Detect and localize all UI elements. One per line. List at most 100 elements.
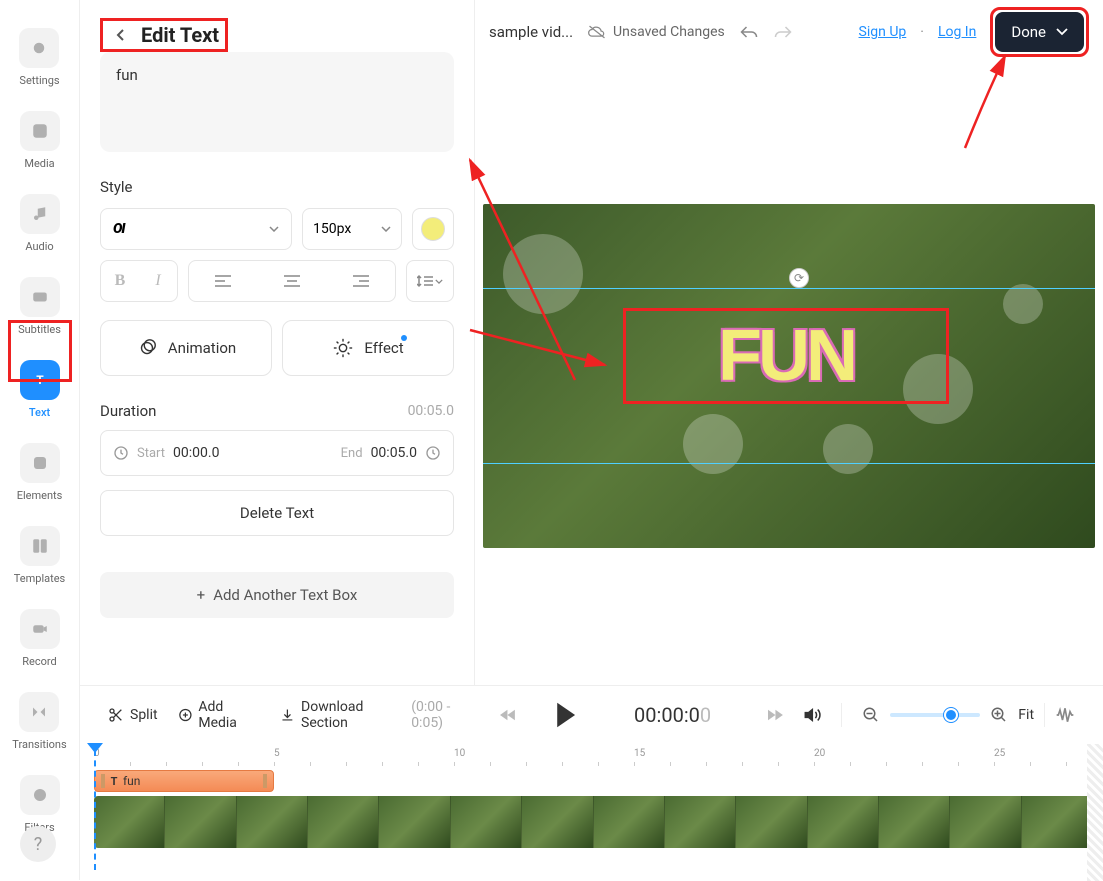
play-button[interactable]: [555, 702, 577, 728]
back-button[interactable]: [109, 23, 133, 47]
sidebar-item-label: Settings: [19, 74, 59, 87]
end-value: 00:05.0: [371, 445, 417, 461]
sidebar-item-settings[interactable]: Settings: [19, 28, 59, 87]
sidebar-item-label: Record: [22, 655, 56, 668]
redo-button[interactable]: [773, 25, 793, 39]
bold-button[interactable]: B: [101, 261, 139, 301]
rotate-handle[interactable]: ⟳: [789, 268, 809, 288]
chevron-down-icon: [269, 226, 279, 232]
clip-handle-right[interactable]: [263, 774, 267, 788]
sidebar-item-label: Subtitles: [18, 323, 61, 336]
camera-icon: [20, 609, 60, 649]
clock-icon: [113, 445, 129, 461]
sidebar-item-subtitles[interactable]: Subtitles: [18, 277, 61, 336]
timecode-display: 00:00:00: [634, 703, 711, 727]
fit-button[interactable]: Fit: [1018, 707, 1034, 723]
timeline-ruler[interactable]: 0 5 10 15 20 25: [94, 744, 1103, 768]
text-align-group: [188, 260, 396, 302]
svg-text:T: T: [36, 373, 44, 387]
signup-link[interactable]: Sign Up: [859, 24, 907, 40]
sidebar-item-label: Audio: [25, 240, 53, 253]
italic-button[interactable]: I: [139, 261, 177, 301]
sidebar-item-label: Text: [29, 406, 50, 419]
svg-text:T: T: [111, 775, 118, 787]
waveform-button[interactable]: [1055, 707, 1075, 723]
separator: ·: [920, 24, 924, 40]
login-link[interactable]: Log In: [938, 24, 976, 40]
left-sidebar: Settings Media Audio Subtitles T Text El…: [0, 0, 80, 880]
sidebar-item-templates[interactable]: Templates: [14, 526, 65, 585]
annotation-arrow: [955, 48, 1015, 158]
playhead[interactable]: [94, 744, 96, 881]
duration-input[interactable]: Start 00:00.0 End 00:05.0: [100, 430, 454, 476]
edit-text-panel: Edit Text Style OI 150px B I: [80, 0, 475, 685]
text-content-input[interactable]: [100, 52, 454, 152]
add-media-label: Add Media: [198, 699, 260, 731]
delete-text-button[interactable]: Delete Text: [100, 490, 454, 536]
templates-icon: [20, 526, 60, 566]
zoom-out-button[interactable]: [862, 706, 880, 724]
video-canvas[interactable]: ⟳ FUN: [483, 204, 1095, 548]
chevron-down-icon: [435, 279, 443, 284]
font-size-select[interactable]: 150px: [302, 208, 402, 250]
animation-button[interactable]: Animation: [100, 320, 272, 376]
ruler-mark: 25: [994, 748, 1005, 759]
text-overlay[interactable]: FUN: [623, 308, 949, 404]
font-family-select[interactable]: OI: [100, 208, 292, 250]
video-track[interactable]: [94, 796, 1093, 848]
download-section-button[interactable]: Download Section(0:00 - 0:05): [280, 699, 480, 731]
clip-handle-left[interactable]: [101, 774, 105, 788]
sidebar-item-record[interactable]: Record: [20, 609, 60, 668]
done-label: Done: [1011, 23, 1046, 41]
split-button[interactable]: Split: [108, 707, 158, 723]
sidebar-item-audio[interactable]: Audio: [20, 194, 60, 253]
preview-area: sample vid... Unsaved Changes Sign Up · …: [475, 0, 1103, 685]
plus-icon: [20, 111, 60, 151]
project-name[interactable]: sample vid...: [489, 23, 573, 41]
timeline-area: Split Add Media Download Section(0:00 - …: [80, 685, 1103, 880]
sidebar-item-transitions[interactable]: Transitions: [12, 692, 66, 751]
ruler-mark: 5: [274, 748, 280, 759]
align-center-button[interactable]: [258, 261, 327, 301]
done-button[interactable]: Done: [995, 12, 1084, 52]
add-media-button[interactable]: Add Media: [178, 699, 261, 731]
effect-button[interactable]: Effect: [282, 320, 454, 376]
line-height-button[interactable]: [406, 260, 454, 302]
help-icon[interactable]: ?: [20, 826, 56, 862]
timeline[interactable]: 0 5 10 15 20 25 T fun: [80, 744, 1103, 881]
scissors-icon: [108, 707, 124, 723]
end-label: End: [341, 446, 363, 461]
effect-active-badge: [401, 335, 407, 341]
duration-label: Duration: [100, 402, 156, 420]
align-right-button[interactable]: [326, 261, 395, 301]
text-color-button[interactable]: [412, 208, 454, 250]
plus-icon: +: [197, 586, 206, 604]
alignment-guide: [483, 288, 1095, 289]
elements-icon: [20, 443, 60, 483]
zoom-slider[interactable]: [890, 713, 980, 717]
transitions-icon: [19, 692, 59, 732]
download-icon: [280, 707, 295, 723]
forward-button[interactable]: [768, 709, 783, 721]
sidebar-item-media[interactable]: Media: [20, 111, 60, 170]
overlay-text: FUN: [718, 315, 854, 397]
sidebar-item-elements[interactable]: Elements: [17, 443, 63, 502]
rewind-button[interactable]: [500, 709, 515, 721]
ruler-mark: 10: [454, 748, 465, 759]
add-text-box-button[interactable]: + Add Another Text Box: [100, 572, 454, 618]
undo-button[interactable]: [739, 25, 759, 39]
ruler-mark: 20: [814, 748, 825, 759]
filters-icon: [20, 775, 60, 815]
sidebar-item-label: Elements: [17, 489, 63, 502]
zoom-in-button[interactable]: [990, 706, 1008, 724]
effect-label: Effect: [364, 339, 403, 357]
slider-thumb[interactable]: [944, 708, 958, 722]
text-clip[interactable]: T fun: [94, 770, 274, 792]
annotation-highlight: Done: [990, 7, 1089, 57]
text-icon: T: [20, 360, 60, 400]
sidebar-item-label: Media: [24, 157, 54, 170]
plus-circle-icon: [178, 707, 193, 723]
volume-button[interactable]: [803, 706, 822, 724]
align-left-button[interactable]: [189, 261, 258, 301]
sidebar-item-text[interactable]: T Text: [20, 360, 60, 419]
